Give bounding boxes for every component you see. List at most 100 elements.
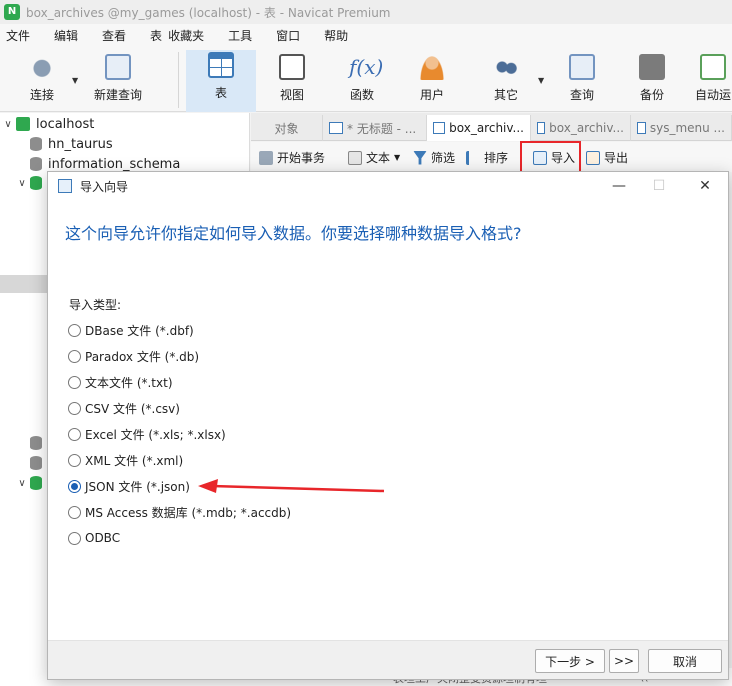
view-button[interactable]: 视图: [264, 52, 320, 110]
cancel-button[interactable]: 取消: [648, 649, 722, 673]
tree-database[interactable]: [30, 453, 48, 473]
function-button[interactable]: f(x) 函数: [334, 52, 390, 110]
filter-funnel-icon: [413, 150, 427, 165]
menu-window[interactable]: 窗口: [276, 27, 300, 44]
option-excel[interactable]: Excel 文件 (*.xls; *.xlsx): [68, 424, 226, 444]
title-bar: N box_archives @my_games (localhost) - 表…: [0, 0, 732, 24]
radio-button-selected[interactable]: [68, 479, 81, 493]
radio-button[interactable]: [68, 531, 81, 545]
automation-label: 自动运: [694, 88, 731, 102]
table-label: 表: [214, 86, 227, 100]
radio-button[interactable]: [68, 349, 81, 363]
tree-database-expanded[interactable]: ∨: [14, 173, 48, 193]
export-button[interactable]: 导出: [586, 149, 628, 166]
begin-transaction-label: 开始事务: [277, 151, 326, 165]
option-label: MS Access 数据库 (*.mdb; *.accdb): [85, 505, 292, 520]
option-ms-access[interactable]: MS Access 数据库 (*.mdb; *.accdb): [68, 502, 291, 522]
backup-icon: [639, 54, 665, 80]
transaction-icon: [259, 150, 273, 165]
tab-objects[interactable]: 对象: [251, 115, 323, 141]
dialog-title-bar: 导入向导 — ☐ ✕: [48, 172, 728, 200]
option-label: Paradox 文件 (*.db): [85, 349, 200, 364]
collapse-chevron-icon[interactable]: ∨: [0, 119, 16, 130]
sort-button[interactable]: 排序: [466, 149, 508, 166]
other-button[interactable]: 其它: [480, 52, 532, 110]
filter-button[interactable]: 筛选: [413, 149, 455, 166]
option-label: JSON 文件 (*.json): [85, 479, 190, 494]
new-query-icon: [105, 54, 131, 80]
tree-database-hn-taurus[interactable]: hn_taurus: [30, 134, 113, 154]
connection-label: localhost: [36, 116, 95, 132]
function-label: 函数: [349, 88, 374, 102]
query-label: 查询: [569, 88, 594, 102]
option-xml[interactable]: XML 文件 (*.xml): [68, 450, 183, 470]
backup-label: 备份: [639, 88, 664, 102]
user-button[interactable]: 用户: [404, 52, 460, 110]
menu-tools[interactable]: 工具: [228, 27, 252, 44]
tools-icon: [493, 54, 519, 80]
radio-button[interactable]: [68, 505, 81, 519]
last-step-button[interactable]: >>: [609, 649, 639, 673]
table-button[interactable]: 表: [186, 50, 256, 112]
tab-box-archives-design[interactable]: box_archiv...: [531, 115, 631, 141]
collapse-chevron-icon[interactable]: ∨: [14, 478, 30, 489]
view-glasses-icon: [279, 54, 305, 80]
menu-edit[interactable]: 编辑: [54, 27, 78, 44]
import-type-label: 导入类型:: [69, 298, 122, 312]
option-json[interactable]: JSON 文件 (*.json): [68, 476, 190, 496]
import-wizard-icon: [58, 179, 72, 193]
radio-button[interactable]: [68, 427, 81, 441]
menu-table[interactable]: 表: [150, 27, 162, 44]
tab-sys-menu[interactable]: sys_menu ...: [631, 115, 732, 141]
tree-database-expanded[interactable]: ∨: [14, 473, 48, 493]
database-icon: [30, 157, 42, 171]
menu-view[interactable]: 查看: [102, 27, 126, 44]
automation-button[interactable]: 自动运: [694, 52, 732, 110]
radio-button[interactable]: [68, 375, 81, 389]
database-icon: [30, 137, 42, 151]
menu-help[interactable]: 帮助: [324, 27, 348, 44]
main-toolbar: 连接 ▼ 新建查询 表 视图 f(x) 函数 用户 其它 ▼ 查询 备份 自动运: [0, 46, 732, 112]
query-icon: [329, 122, 343, 134]
menu-favorites[interactable]: 收藏夹: [168, 27, 204, 44]
option-text[interactable]: 文本文件 (*.txt): [68, 372, 173, 392]
text-document-icon: [348, 150, 362, 165]
close-icon[interactable]: ✕: [690, 176, 720, 196]
text-dropdown-icon[interactable]: ▼: [394, 153, 400, 162]
navicat-logo-icon: N: [4, 4, 20, 20]
database-icon: [30, 176, 42, 190]
import-wizard-dialog: 导入向导 — ☐ ✕ 这个向导允许你指定如何导入数据。你要选择哪种数据导入格式?…: [47, 171, 729, 680]
minimize-icon[interactable]: —: [604, 176, 634, 196]
option-paradox[interactable]: Paradox 文件 (*.db): [68, 346, 199, 366]
maximize-icon: ☐: [652, 178, 666, 194]
function-fx-icon: f(x): [349, 55, 384, 79]
option-csv[interactable]: CSV 文件 (*.csv): [68, 398, 180, 418]
other-dropdown-icon[interactable]: ▼: [538, 76, 544, 85]
collapse-chevron-icon[interactable]: ∨: [14, 178, 30, 189]
connect-button[interactable]: 连接: [14, 52, 70, 110]
backup-button[interactable]: 备份: [626, 52, 678, 110]
option-label: ODBC: [85, 531, 121, 545]
tab-box-archives[interactable]: box_archiv...: [427, 115, 531, 141]
radio-button[interactable]: [68, 401, 81, 415]
option-odbc[interactable]: ODBC: [68, 528, 120, 548]
tree-connection[interactable]: ∨ localhost: [0, 114, 94, 134]
tree-database[interactable]: [30, 433, 48, 453]
other-label: 其它: [493, 88, 518, 102]
sort-icon: [466, 150, 480, 165]
query-button[interactable]: 查询: [556, 52, 608, 110]
query-icon: [569, 54, 595, 80]
radio-button[interactable]: [68, 323, 81, 337]
tab-label: box_archiv...: [449, 121, 524, 135]
connect-dropdown-icon[interactable]: ▼: [72, 76, 78, 85]
option-label: CSV 文件 (*.csv): [85, 401, 180, 416]
option-dbase[interactable]: DBase 文件 (*.dbf): [68, 320, 194, 340]
text-button[interactable]: 文本 ▼: [348, 149, 400, 166]
begin-transaction-button[interactable]: 开始事务: [259, 149, 325, 166]
database-label: information_schema: [48, 156, 181, 172]
next-button[interactable]: 下一步 >: [535, 649, 605, 673]
radio-button[interactable]: [68, 453, 81, 467]
menu-file[interactable]: 文件: [6, 27, 30, 44]
new-query-button[interactable]: 新建查询: [88, 52, 148, 110]
tab-untitled-query[interactable]: * 无标题 - ...: [323, 115, 427, 141]
